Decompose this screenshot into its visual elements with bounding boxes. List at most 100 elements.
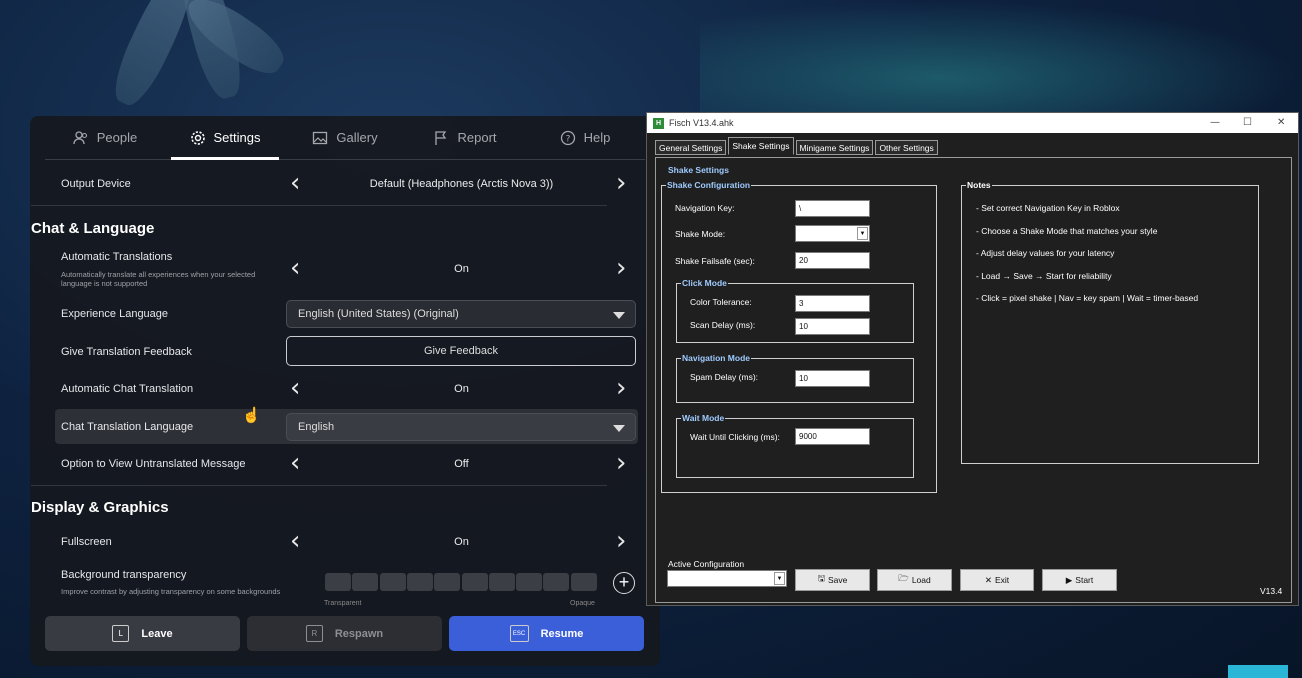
tab-settings[interactable]: Settings bbox=[165, 116, 285, 160]
close-icon: ✕ bbox=[984, 574, 992, 585]
tab-report[interactable]: Report bbox=[405, 116, 525, 159]
failsafe-input[interactable]: 20 bbox=[795, 252, 870, 269]
chevron-left-icon[interactable]: ‹ bbox=[290, 375, 300, 401]
slider-segment[interactable] bbox=[461, 573, 488, 591]
chevron-right-icon[interactable]: › bbox=[616, 528, 626, 554]
chevron-right-icon[interactable]: › bbox=[616, 170, 626, 196]
minimize-icon[interactable]: — bbox=[1210, 117, 1220, 128]
tab-label: Gallery bbox=[336, 130, 378, 145]
give-feedback-button[interactable]: Give Feedback bbox=[286, 336, 636, 366]
chat-translation-language-dropdown[interactable]: English bbox=[286, 413, 636, 441]
note-item: - Load → Save → Start for reliability bbox=[976, 271, 1112, 281]
tab-gallery[interactable]: Gallery bbox=[285, 116, 405, 159]
title-bar: H Fisch V13.4.ahk — ☐ ✕ bbox=[647, 113, 1298, 133]
save-button[interactable]: 🖫 Save bbox=[795, 569, 870, 591]
failsafe-label: Shake Failsafe (sec): bbox=[675, 256, 755, 266]
nav-key-input[interactable]: \ bbox=[795, 200, 870, 217]
chevron-right-icon[interactable]: › bbox=[616, 255, 626, 281]
maximize-icon[interactable]: ☐ bbox=[1243, 117, 1252, 128]
fullscreen-value: On bbox=[454, 536, 469, 548]
tab-general-settings[interactable]: General Settings bbox=[655, 140, 727, 155]
play-icon: ▶ bbox=[1065, 574, 1073, 585]
slider-segment[interactable] bbox=[488, 573, 515, 591]
slider-segment[interactable] bbox=[570, 573, 597, 591]
chevron-down-icon bbox=[613, 312, 625, 319]
save-icon: 🖫 bbox=[817, 573, 825, 583]
group-title: Shake Configuration bbox=[666, 180, 752, 190]
tab-label: Report bbox=[457, 130, 497, 145]
start-button[interactable]: ▶ Start bbox=[1042, 569, 1117, 591]
slider-segment[interactable] bbox=[379, 573, 406, 591]
help-icon: ? bbox=[560, 130, 575, 145]
chevron-down-icon: ▼ bbox=[857, 227, 868, 240]
button-label: Save bbox=[827, 575, 848, 585]
chevron-right-icon[interactable]: › bbox=[616, 450, 626, 476]
slider-segment[interactable] bbox=[406, 573, 433, 591]
tab-label: Help bbox=[583, 130, 611, 145]
auto-chat-translation-value: On bbox=[454, 383, 469, 395]
note-item: - Click = pixel shake | Nav = key spam |… bbox=[976, 293, 1199, 303]
spam-delay-label: Spam Delay (ms): bbox=[690, 372, 759, 382]
resume-button[interactable]: ESC Resume bbox=[449, 616, 644, 651]
leave-button[interactable]: L Leave bbox=[45, 616, 240, 651]
chevron-left-icon[interactable]: ‹ bbox=[290, 170, 300, 196]
plus-icon[interactable]: + bbox=[613, 572, 635, 594]
load-button[interactable]: 🗁 Load bbox=[877, 569, 952, 591]
untranslated-value: Off bbox=[454, 458, 469, 470]
auto-chat-translation-label: Automatic Chat Translation bbox=[61, 383, 194, 395]
section-title-chat-language: Chat & Language bbox=[31, 220, 155, 237]
background-glow bbox=[700, 0, 1300, 130]
slider-segment[interactable] bbox=[434, 573, 461, 591]
slider-segment[interactable] bbox=[516, 573, 543, 591]
tab-minigame-settings[interactable]: Minigame Settings bbox=[795, 140, 874, 155]
auto-translations-value: On bbox=[454, 263, 469, 275]
section-title-display-graphics: Display & Graphics bbox=[31, 499, 169, 516]
flag-icon bbox=[435, 130, 447, 145]
divider bbox=[31, 205, 607, 206]
corner-badge bbox=[1228, 665, 1288, 678]
note-item: - Set correct Navigation Key in Roblox bbox=[976, 203, 1120, 213]
exit-button[interactable]: ✕ Exit bbox=[960, 569, 1034, 591]
tab-other-settings[interactable]: Other Settings bbox=[875, 140, 938, 155]
tolerance-input[interactable]: 3 bbox=[795, 295, 870, 312]
tab-shake-settings[interactable]: Shake Settings bbox=[728, 137, 794, 155]
svg-text:?: ? bbox=[565, 134, 570, 144]
mouse-cursor-icon: ☝ bbox=[242, 407, 261, 424]
auto-translations-description: Automatically translate all experiences … bbox=[61, 270, 256, 288]
scan-delay-label: Scan Delay (ms): bbox=[690, 320, 756, 330]
slider-max-label: Opaque bbox=[570, 600, 595, 607]
spam-delay-input[interactable]: 10 bbox=[795, 370, 870, 387]
active-config-dropdown[interactable]: ▼ bbox=[667, 570, 787, 587]
slider-segment[interactable] bbox=[325, 573, 351, 591]
slider-segment[interactable] bbox=[543, 573, 570, 591]
key-hint: ESC bbox=[509, 625, 529, 642]
page-title: Shake Settings bbox=[668, 165, 729, 175]
output-device-label: Output Device bbox=[61, 178, 131, 190]
shake-mode-label: Shake Mode: bbox=[675, 229, 726, 239]
chevron-left-icon[interactable]: ‹ bbox=[290, 528, 300, 554]
button-label: Exit bbox=[994, 575, 1010, 585]
untranslated-label: Option to View Untranslated Message bbox=[61, 458, 246, 470]
group-title: Navigation Mode bbox=[681, 353, 752, 363]
button-label: Resume bbox=[540, 627, 584, 640]
folder-icon: 🗁 bbox=[898, 573, 909, 583]
slider-segment[interactable] bbox=[352, 573, 379, 591]
divider bbox=[31, 485, 607, 486]
tab-help[interactable]: ? Help bbox=[525, 116, 645, 159]
chevron-left-icon[interactable]: ‹ bbox=[290, 255, 300, 281]
settings-tabs: General Settings Shake Settings Minigame… bbox=[655, 137, 940, 155]
respawn-button[interactable]: R Respawn bbox=[247, 616, 442, 651]
experience-language-label: Experience Language bbox=[61, 308, 169, 320]
slider-min-label: Transparent bbox=[324, 600, 362, 607]
tab-people[interactable]: People bbox=[45, 116, 165, 159]
chevron-left-icon[interactable]: ‹ bbox=[290, 450, 300, 476]
scan-delay-input[interactable]: 10 bbox=[795, 318, 870, 335]
experience-language-dropdown[interactable]: English (United States) (Original) bbox=[286, 300, 636, 328]
close-icon[interactable]: ✕ bbox=[1277, 117, 1285, 128]
button-label: Start bbox=[1075, 575, 1094, 585]
chevron-right-icon[interactable]: › bbox=[616, 375, 626, 401]
shake-mode-dropdown[interactable]: ▼ bbox=[795, 225, 870, 242]
tolerance-label: Color Tolerance: bbox=[690, 297, 752, 307]
key-hint: R bbox=[305, 625, 323, 642]
wait-input[interactable]: 9000 bbox=[795, 428, 870, 445]
